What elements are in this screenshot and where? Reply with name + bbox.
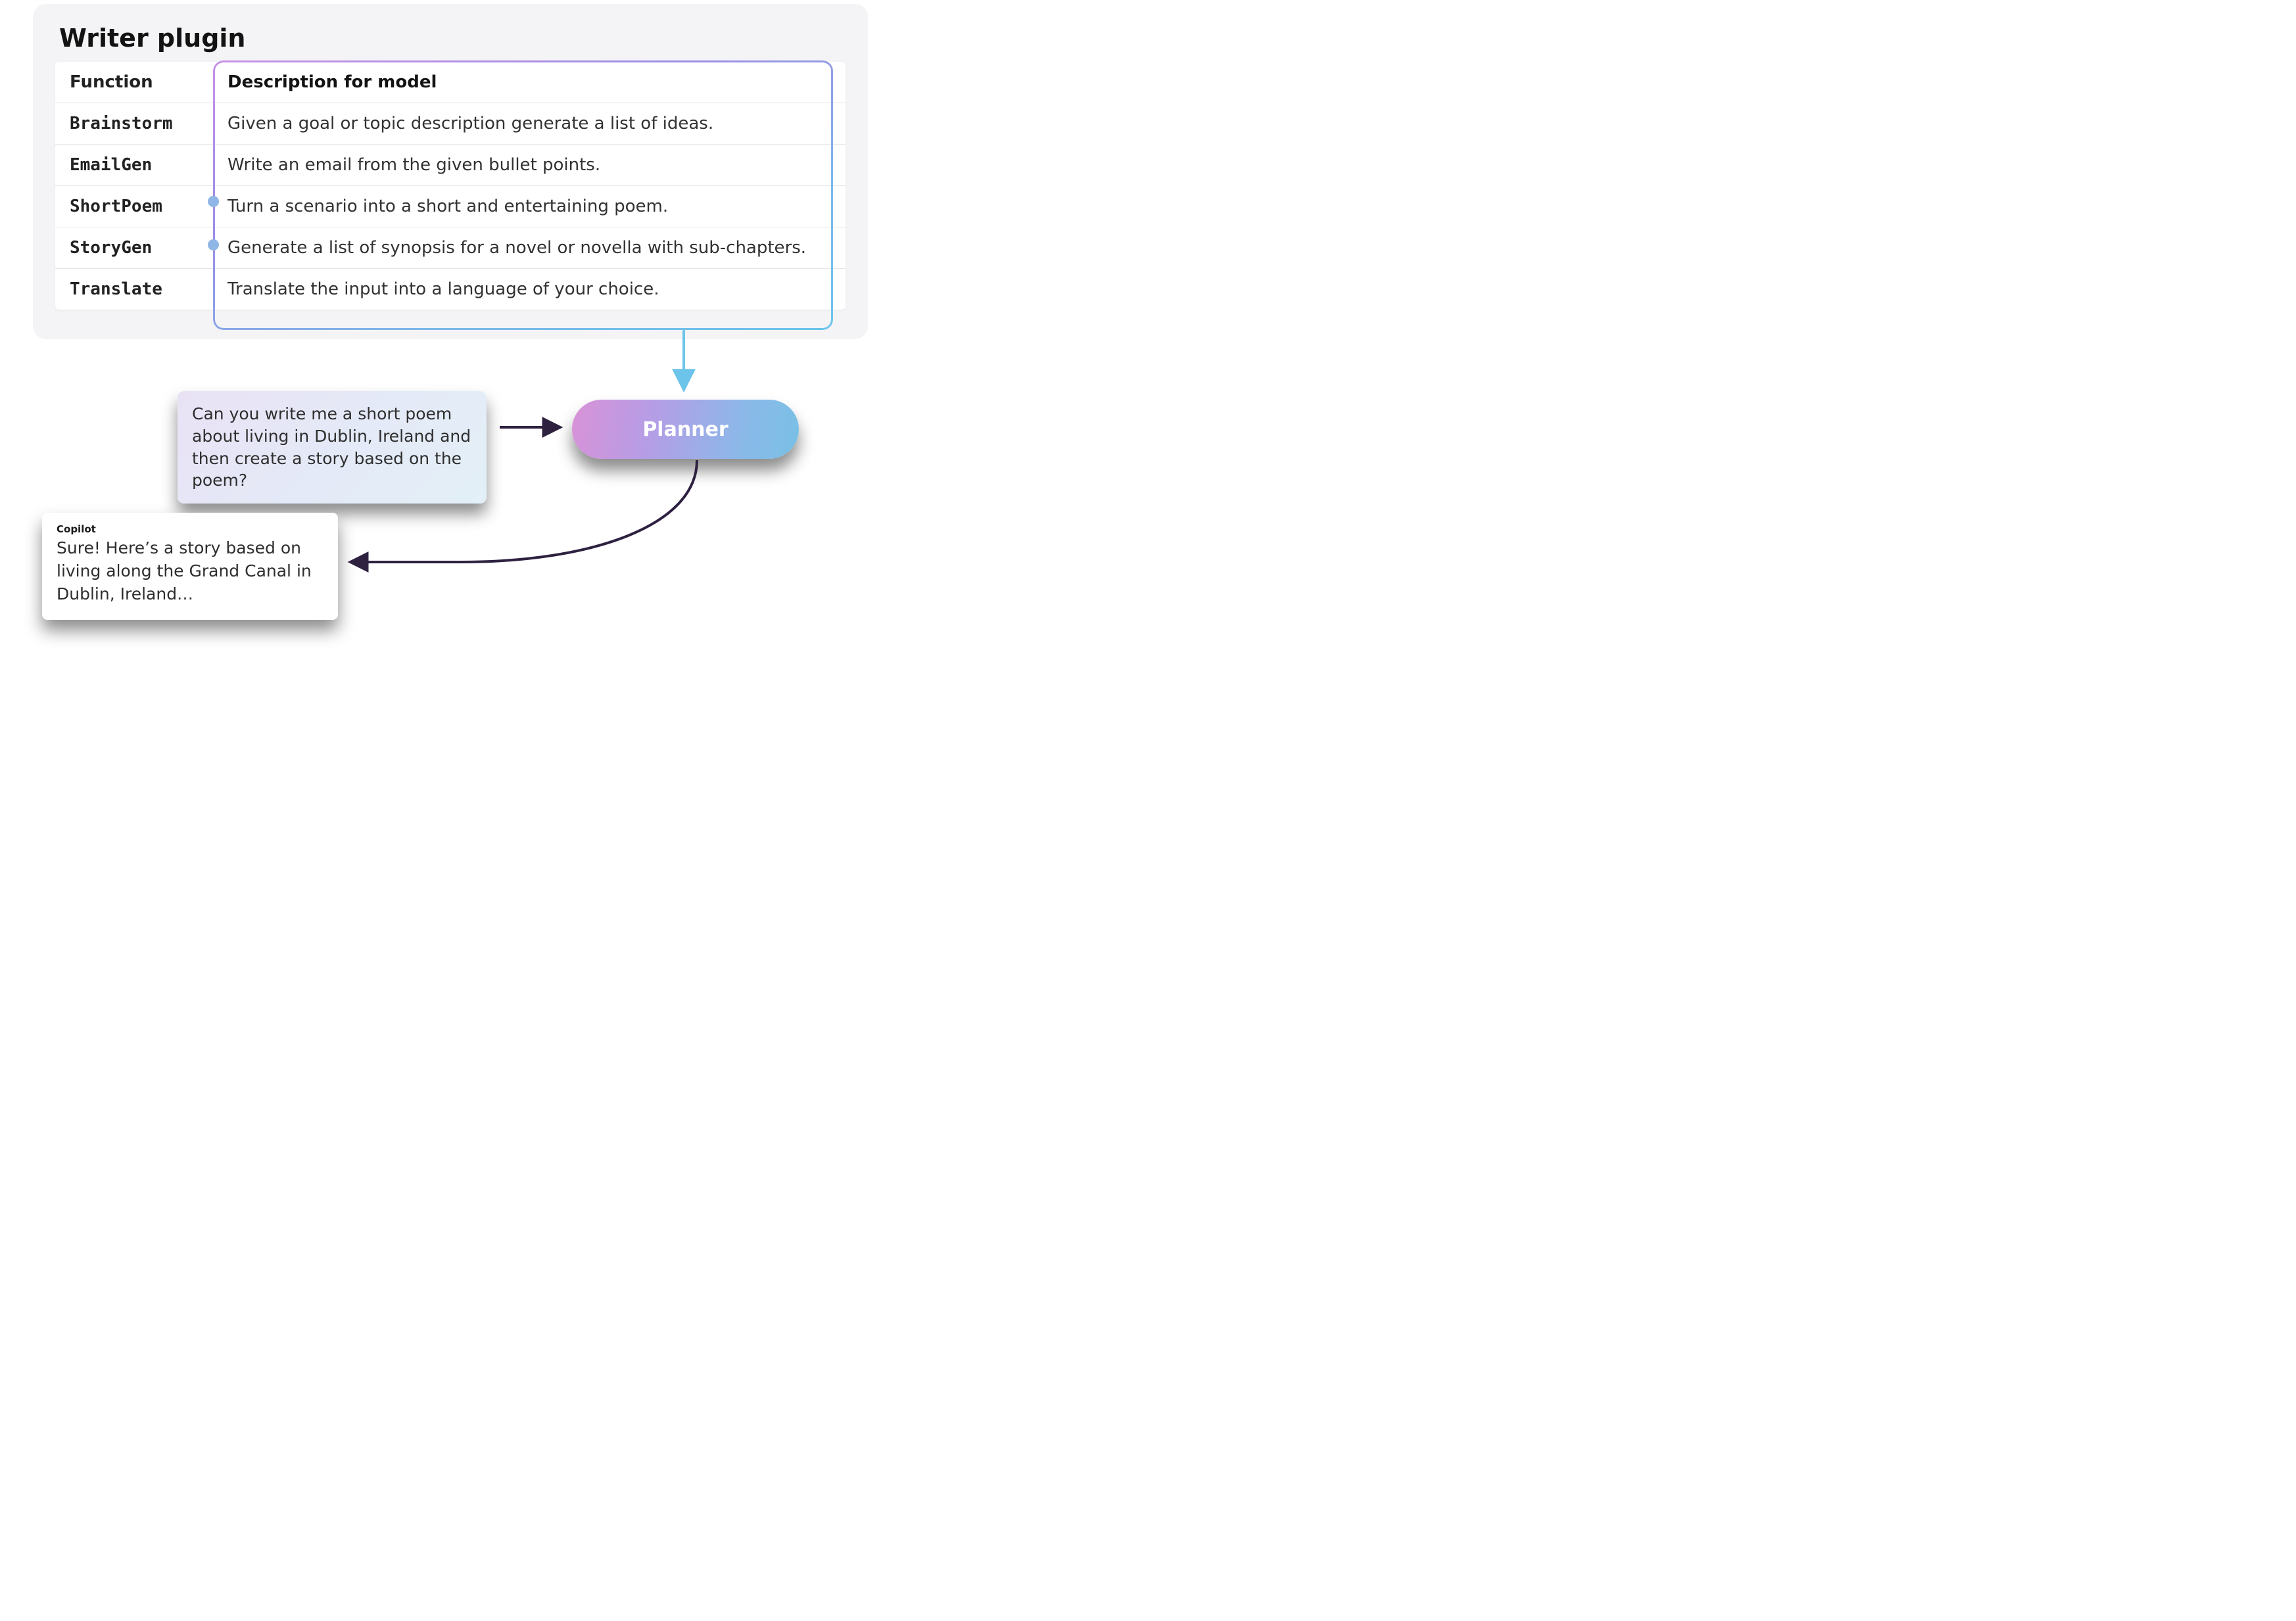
planner-node: Planner: [572, 400, 799, 459]
table-row: Brainstorm Given a goal or topic descrip…: [55, 103, 846, 145]
fn-name: EmailGen: [55, 145, 213, 185]
user-prompt-text: Can you write me a short poem about livi…: [192, 404, 471, 490]
table-row: EmailGen Write an email from the given b…: [55, 145, 846, 186]
plugin-title: Writer plugin: [59, 24, 846, 53]
user-prompt: Can you write me a short poem about livi…: [178, 391, 487, 504]
table-row: StoryGen Generate a list of synopsis for…: [55, 227, 846, 269]
table-row: ShortPoem Turn a scenario into a short a…: [55, 186, 846, 227]
fn-desc: Given a goal or topic description genera…: [213, 103, 846, 144]
planner-label: Planner: [642, 418, 728, 441]
copilot-response: Copilot Sure! Here’s a story based on li…: [42, 513, 338, 620]
table-row: Translate Translate the input into a lan…: [55, 269, 846, 310]
response-author: Copilot: [57, 523, 323, 535]
fn-desc: Write an email from the given bullet poi…: [213, 145, 846, 185]
response-text: Sure! Here’s a story based on living alo…: [57, 536, 323, 605]
header-function: Function: [55, 62, 213, 103]
fn-name: Translate: [55, 269, 213, 310]
plugin-card: Writer plugin Function Description for m…: [33, 4, 868, 339]
fn-name: ShortPoem: [55, 186, 213, 227]
fn-desc: Turn a scenario into a short and enterta…: [213, 186, 846, 227]
fn-desc: Generate a list of synopsis for a novel …: [213, 227, 846, 268]
header-description: Description for model: [213, 62, 846, 103]
fn-name: Brainstorm: [55, 103, 213, 144]
plugin-table-header: Function Description for model: [55, 62, 846, 103]
fn-name: StoryGen: [55, 227, 213, 268]
fn-desc: Translate the input into a language of y…: [213, 269, 846, 310]
plugin-table: Function Description for model Brainstor…: [55, 62, 846, 310]
